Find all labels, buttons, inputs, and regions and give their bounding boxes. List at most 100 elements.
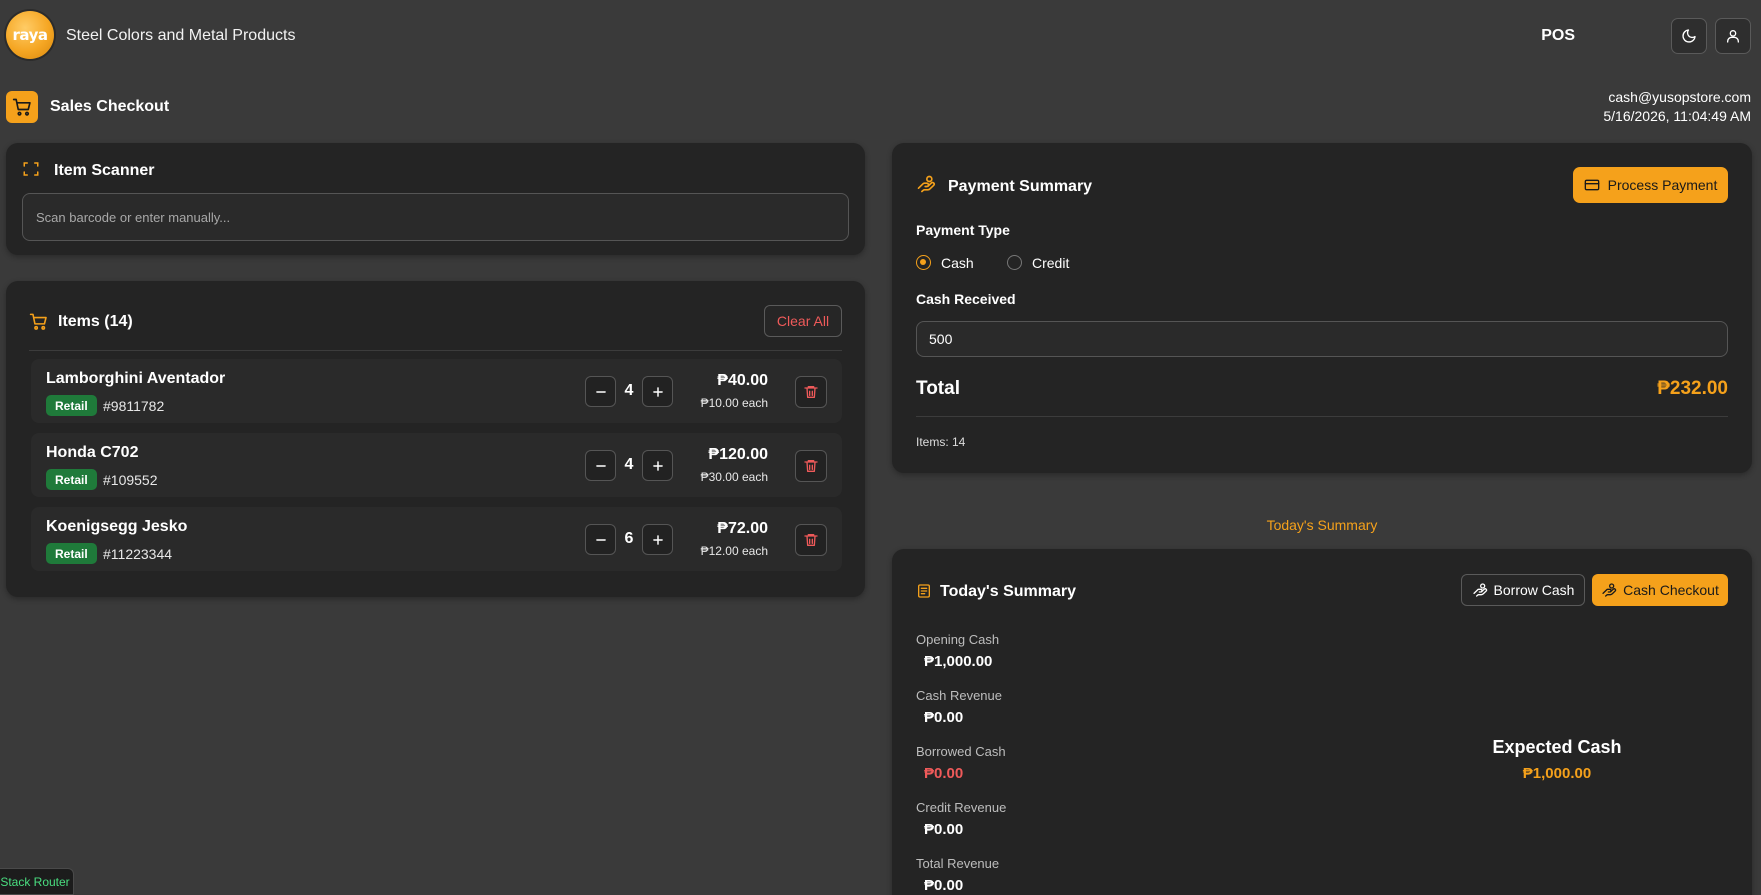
credit-revenue-value: ₱0.00 (924, 821, 964, 838)
current-datetime: 5/16/2026, 11:04:49 AM (1603, 108, 1751, 124)
plus-icon (652, 534, 663, 545)
barcode-input[interactable] (22, 193, 849, 241)
hand-coins-icon (1602, 583, 1617, 597)
total-value: ₱232.00 (1657, 378, 1728, 399)
process-payment-label: Process Payment (1607, 177, 1718, 193)
cash-received-input[interactable] (916, 321, 1728, 357)
item-quantity: 6 (624, 530, 634, 547)
top-bar: raya Steel Colors and Metal Products POS (0, 0, 1761, 74)
scan-icon (22, 160, 40, 183)
hand-coins-icon (916, 174, 936, 199)
unit-price: ₱10.00 each (700, 396, 768, 410)
credit-revenue-label: Credit Revenue (916, 800, 1007, 815)
line-total: ₱120.00 (708, 446, 768, 463)
remove-item-button[interactable] (795, 450, 827, 482)
remove-item-button[interactable] (795, 524, 827, 556)
borrowed-cash-value: ₱0.00 (924, 765, 964, 782)
price-tier-badge: Retail (46, 543, 97, 564)
decrease-qty-button[interactable] (585, 450, 616, 481)
total-label: Total (916, 378, 960, 399)
items-card: Items (14) Clear All Lamborghini Aventad… (6, 281, 865, 597)
increase-qty-button[interactable] (642, 524, 673, 555)
todays-summary-card: Today's Summary Borrow Cash Cash Checkou… (892, 549, 1752, 895)
item-name: Honda C702 (46, 444, 139, 461)
opening-cash-value: ₱1,000.00 (924, 653, 993, 670)
receipt-icon (916, 583, 932, 604)
unit-price: ₱30.00 each (700, 470, 768, 484)
plus-icon (652, 386, 663, 397)
credit-card-icon (1584, 179, 1599, 191)
item-sku: #11223344 (103, 546, 173, 562)
line-total: ₱40.00 (717, 372, 768, 389)
item-scanner-card: Item Scanner (6, 143, 865, 255)
hand-coins-icon (1472, 583, 1487, 597)
todays-summary-link[interactable]: Today's Summary (892, 517, 1752, 533)
page-title: Sales Checkout (50, 98, 170, 115)
minus-icon (595, 464, 606, 467)
decrease-qty-button[interactable] (585, 376, 616, 407)
items-count: Items: 14 (916, 435, 966, 449)
unit-price: ₱12.00 each (700, 544, 768, 558)
item-sku: #109552 (103, 472, 158, 488)
company-logo[interactable]: raya (6, 11, 54, 59)
remove-item-button[interactable] (795, 376, 827, 408)
items-title: Items (14) (58, 313, 133, 330)
cart-icon (29, 312, 48, 336)
expected-cash-value: ₱1,000.00 (1522, 765, 1592, 782)
minus-icon (595, 538, 606, 541)
line-total: ₱72.00 (717, 520, 768, 537)
borrow-cash-label: Borrow Cash (1493, 582, 1575, 598)
pos-mode-label: POS (1541, 27, 1575, 44)
cash-radio-label[interactable]: Cash (941, 255, 974, 271)
item-name: Koenigsegg Jesko (46, 518, 188, 535)
borrow-cash-button[interactable]: Borrow Cash (1461, 574, 1585, 606)
payment-summary-card: Payment Summary Process Payment Payment … (892, 143, 1752, 473)
trash-icon (804, 460, 818, 472)
company-name: Steel Colors and Metal Products (66, 27, 296, 44)
logo-text: raya (12, 26, 48, 44)
price-tier-badge: Retail (46, 395, 97, 416)
increase-qty-button[interactable] (642, 376, 673, 407)
borrowed-cash-label: Borrowed Cash (916, 744, 1006, 759)
cash-radio[interactable] (916, 255, 931, 270)
cart-page-icon (6, 91, 38, 123)
clear-all-button[interactable]: Clear All (764, 305, 842, 337)
increase-qty-button[interactable] (642, 450, 673, 481)
user-menu-button[interactable] (1715, 18, 1751, 54)
item-name: Lamborghini Aventador (46, 370, 226, 387)
scanner-title: Item Scanner (54, 162, 155, 179)
user-email: cash@yusopstore.com (1608, 89, 1751, 105)
total-revenue-label: Total Revenue (916, 856, 1000, 871)
item-sku: #9811782 (103, 398, 165, 414)
divider (916, 416, 1728, 417)
total-revenue-value: ₱0.00 (924, 877, 964, 894)
list-item: Lamborghini Aventador Retail #9811782 4 … (31, 359, 842, 423)
user-icon (1727, 30, 1739, 43)
price-tier-badge: Retail (46, 469, 97, 490)
cash-received-label: Cash Received (916, 291, 1016, 307)
theme-toggle-button[interactable] (1671, 18, 1707, 54)
moon-icon (1682, 29, 1696, 43)
minus-icon (595, 390, 606, 393)
cash-revenue-label: Cash Revenue (916, 688, 1002, 703)
item-quantity: 4 (624, 382, 634, 399)
process-payment-button[interactable]: Process Payment (1573, 167, 1728, 203)
trash-icon (804, 534, 818, 546)
opening-cash-label: Opening Cash (916, 632, 1000, 647)
cash-revenue-value: ₱0.00 (924, 709, 964, 726)
credit-radio[interactable] (1007, 255, 1022, 270)
decrease-qty-button[interactable] (585, 524, 616, 555)
expected-cash-label: Expected Cash (1492, 737, 1622, 757)
list-item: Koenigsegg Jesko Retail #11223344 6 ₱72.… (31, 507, 842, 571)
cash-checkout-label: Cash Checkout (1623, 582, 1719, 598)
cash-checkout-button[interactable]: Cash Checkout (1592, 574, 1728, 606)
divider (29, 350, 842, 351)
plus-icon (652, 460, 663, 471)
payment-type-label: Payment Type (916, 222, 1010, 238)
list-item: Honda C702 Retail #109552 4 ₱120.00 ₱30.… (31, 433, 842, 497)
item-quantity: 4 (624, 456, 634, 473)
credit-radio-label[interactable]: Credit (1032, 255, 1069, 271)
payment-summary-title: Payment Summary (948, 178, 1093, 195)
stack-router-devtools-button[interactable]: Stack Router (0, 868, 74, 895)
todays-summary-title: Today's Summary (940, 583, 1076, 600)
